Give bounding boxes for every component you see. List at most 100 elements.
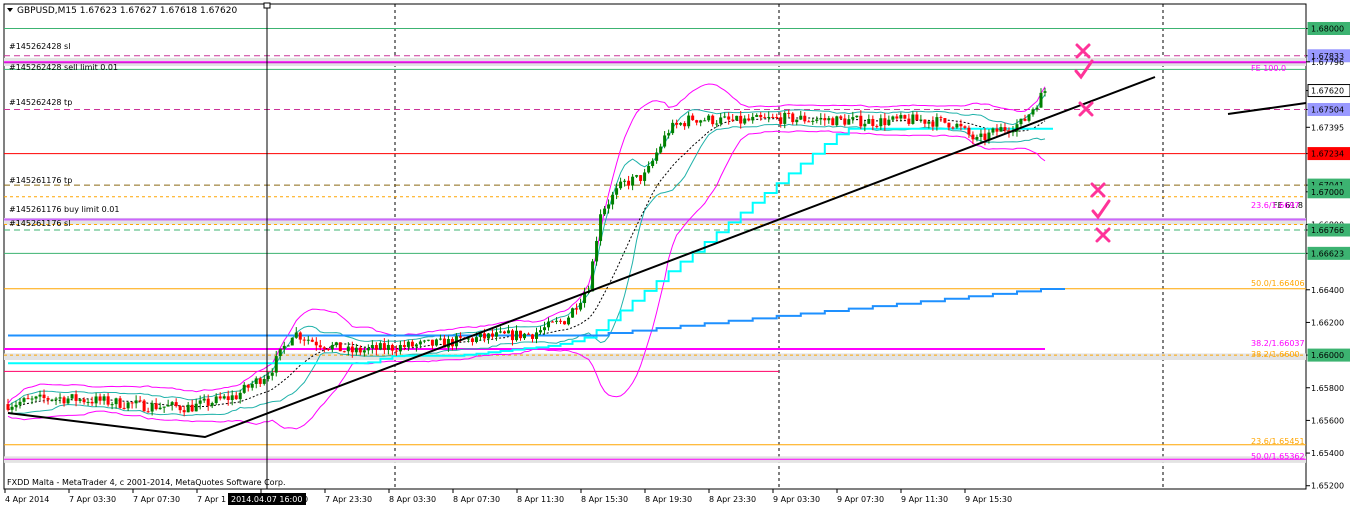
candle-body [82, 399, 86, 403]
candle [434, 338, 438, 347]
candle-body [166, 404, 170, 407]
candle-body [214, 396, 218, 404]
candle-body [835, 116, 839, 126]
candle-body [687, 115, 691, 127]
candle-body [743, 118, 747, 124]
candle-body [374, 345, 378, 350]
candle-body [474, 337, 478, 343]
price-tick-label: 1.67234 [1311, 150, 1344, 159]
candle-body [607, 204, 611, 209]
candle-body [410, 341, 414, 347]
candle-body [234, 395, 238, 400]
time-cursor-handle[interactable] [263, 2, 271, 9]
candle-body [863, 123, 867, 127]
time-tick-label: 8 Apr 11:30 [517, 495, 564, 504]
candle-body [322, 347, 326, 349]
candle-body [430, 339, 434, 346]
order-label-sell-limit: #145262428 sell limit 0.01 [9, 63, 118, 72]
candle-body [414, 344, 418, 347]
candle-body [110, 404, 114, 406]
candle [563, 320, 567, 325]
time-tick-label: 7 Apr 07:30 [133, 495, 180, 504]
price-tick-label: 1.65200 [1311, 482, 1344, 491]
candle-body [975, 136, 979, 140]
candle-body [715, 123, 719, 125]
candle [338, 342, 342, 352]
candle-body [999, 127, 1003, 132]
candle-body [402, 345, 406, 347]
candle-body [170, 402, 174, 405]
candle-body [62, 397, 66, 404]
candle-body [915, 114, 919, 121]
candle-body [158, 407, 162, 410]
candle-body [711, 115, 715, 125]
candle-body [883, 118, 887, 126]
candle-body [1031, 109, 1035, 115]
candle-body [358, 347, 362, 353]
candle-body [130, 402, 134, 404]
fib-label-382: 38.2/1.66037 [1251, 339, 1305, 348]
candle-body [927, 121, 931, 124]
time-tick-label: 7 Apr 23:30 [325, 495, 372, 504]
candle-body [422, 340, 426, 342]
candle-body [346, 346, 350, 352]
candle-body [154, 403, 158, 410]
candle-body [611, 194, 615, 205]
price-axis[interactable]: 1.680001.678331.677961.676201.673951.675… [1306, 21, 1350, 491]
plot-frame [3, 3, 1307, 490]
candle-body [991, 128, 995, 133]
fib-label-500: 50.0/1.66406 [1251, 279, 1305, 288]
candle-body [294, 332, 298, 338]
candle-body [106, 396, 110, 405]
candle-body [603, 208, 607, 215]
candle-body [771, 116, 775, 118]
candle-body [238, 392, 242, 400]
candle-body [847, 119, 851, 125]
candle-body [34, 396, 38, 399]
time-axis[interactable]: 4 Apr 2014 7 Apr 03:30 7 Apr 07:30 7 Apr 1 7… [4, 489, 1012, 504]
candle-body [38, 394, 42, 397]
candle [142, 399, 146, 412]
time-tick-label: 9 Apr 11:30 [901, 495, 948, 504]
candle-body [911, 114, 915, 124]
candle-body [494, 332, 498, 337]
candle-body [767, 116, 771, 118]
candle-body [302, 339, 306, 341]
candle-body [270, 372, 274, 376]
candle-body [799, 115, 803, 120]
candle-body [839, 116, 843, 119]
chart-area[interactable]: 1.680001.678331.677961.676201.673951.675… [0, 0, 1350, 509]
candle-body [859, 115, 863, 127]
candle [943, 118, 947, 124]
candle-body [531, 334, 535, 339]
candle-body [971, 134, 975, 140]
candle-body [186, 404, 190, 413]
candle-body [827, 118, 831, 121]
candle-body [599, 214, 603, 241]
time-tick-label: 9 Apr 07:30 [837, 495, 884, 504]
candle-body [330, 345, 334, 350]
candle-body [74, 394, 78, 401]
candle-body [823, 118, 827, 121]
candle-body [739, 115, 743, 124]
candle-body [579, 303, 583, 310]
candle-body [547, 321, 551, 328]
candle-body [763, 117, 767, 119]
candle-body [691, 115, 695, 121]
candle-body [142, 400, 146, 412]
candle-body [350, 346, 354, 353]
candle-body [787, 112, 791, 114]
candle-body [70, 394, 74, 399]
candle-body [274, 356, 278, 373]
candle-body [178, 406, 182, 411]
price-tick-label: 1.66200 [1311, 318, 1344, 327]
candle-body [735, 115, 739, 121]
candle-body [555, 320, 559, 322]
candle-body [354, 347, 358, 353]
candle-body [939, 117, 943, 119]
fib-label-236b: 23.6/1.65451 [1251, 437, 1305, 446]
price-tick-label: 1.67796 [1311, 58, 1344, 67]
candle-body [671, 122, 675, 134]
candle-body [174, 402, 178, 407]
candle-body [66, 398, 70, 404]
